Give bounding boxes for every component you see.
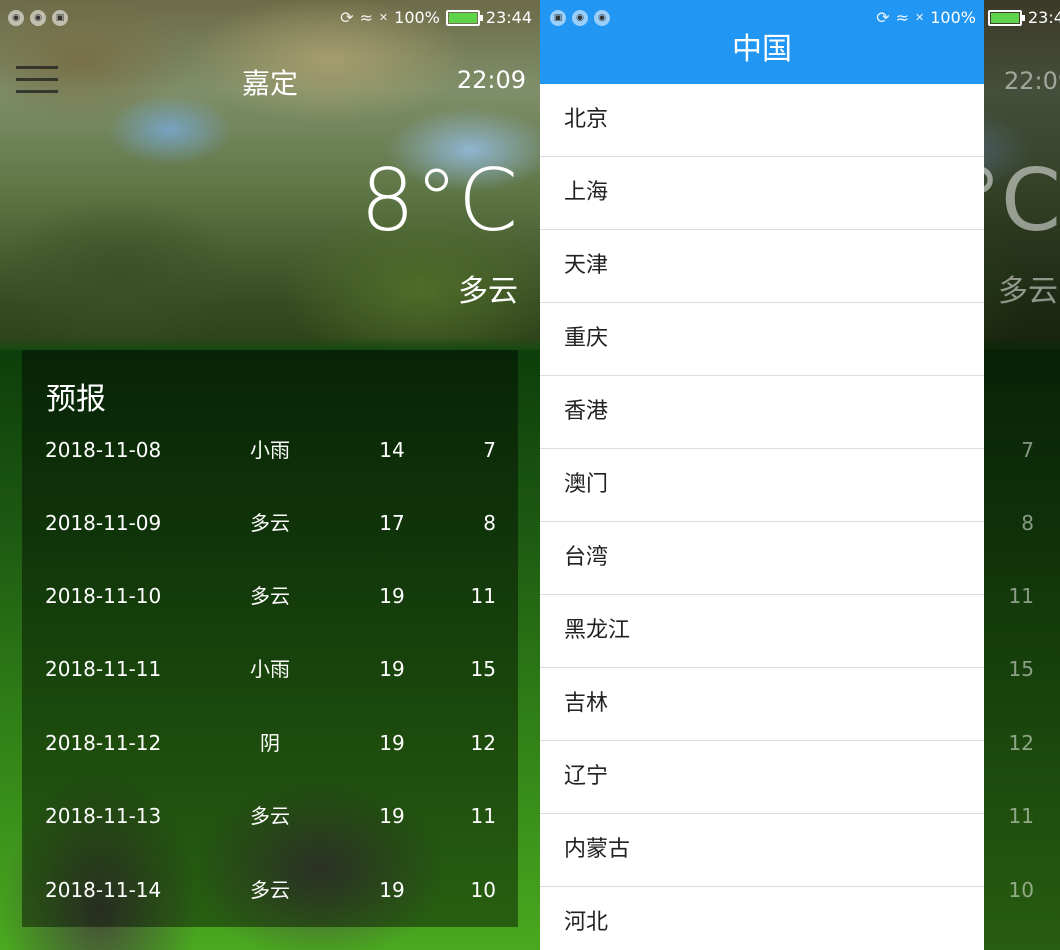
status-bar: ◉ ◉ ▣ ⟳ ≈ ✕ 100% 23:44 [0,0,540,38]
signal-icon: ✕ [915,11,925,24]
forecast-min: 10 [470,878,496,902]
battery-icon [988,10,1025,26]
peek-min-temp: 11 [1008,804,1034,828]
forecast-row: 2018-11-09 多云 17 8 [22,503,518,543]
forecast-condition: 多云 [250,511,290,535]
province-item[interactable]: 吉林 [540,668,984,741]
current-condition: 多云 [458,274,518,309]
forecast-row: 2018-11-14 多云 19 10 [22,870,518,910]
forecast-min: 15 [470,657,496,681]
forecast-min: 11 [470,804,496,828]
signal-icon: ✕ [378,11,389,24]
update-time: 22:09 [456,66,526,94]
forecast-min: 12 [470,731,496,755]
forecast-date: 2018-11-09 [45,511,162,535]
status-time: 23:4 [1028,8,1060,27]
forecast-row: 2018-11-11 小雨 19 15 [22,649,518,689]
forecast-condition: 多云 [250,584,290,608]
province-item[interactable]: 辽宁 [540,741,984,814]
province-item[interactable]: 黑龙江 [540,595,984,668]
forecast-date: 2018-11-10 [45,584,162,608]
weather-screen: ◉ ◉ ▣ ⟳ ≈ ✕ 100% 23:44 嘉定 22:09 8°C 多云 预… [0,0,540,950]
forecast-title: 预报 [46,382,106,417]
forecast-min: 8 [483,511,496,535]
current-temperature: 8°C [360,151,518,251]
province-item[interactable]: 上海 [540,157,984,230]
lock-icon: ◉ [30,10,46,26]
peek-update-time: 22:09 [1004,67,1060,95]
peek-min-temp: 12 [1008,731,1034,755]
rotate-icon: ⟳ [340,8,354,27]
forecast-date: 2018-11-14 [45,878,162,902]
forecast-min: 11 [470,584,496,608]
peek-temperature: °C [984,151,1060,251]
drawer-header: ▣ ◉ ◉ ⟳ ≈ ✕ 100% 中国 [540,0,984,84]
peek-condition: 多云 [998,274,1058,309]
forecast-max: 19 [379,584,405,608]
forecast-condition: 阴 [260,731,280,755]
forecast-condition: 多云 [250,804,290,828]
peek-min-temp: 10 [1008,878,1034,902]
peek-min-temp: 8 [1021,511,1034,535]
forecast-row: 2018-11-13 多云 19 11 [22,796,518,836]
status-time: 23:44 [485,8,532,27]
forecast-row: 2018-11-12 阴 19 12 [22,723,518,763]
battery-percent: 100% [394,8,440,27]
forecast-row: 2018-11-08 小雨 14 7 [22,430,518,470]
forecast-row: 2018-11-10 多云 19 11 [22,576,518,616]
forecast-max: 19 [379,657,405,681]
forecast-max: 19 [379,731,405,755]
forecast-date: 2018-11-08 [45,438,162,462]
forecast-date: 2018-11-13 [45,804,162,828]
forecast-panel: 预报 2018-11-08 小雨 14 7 2018-11-09 多云 17 8… [22,350,518,927]
province-item[interactable]: 天津 [540,230,984,303]
province-item[interactable]: 重庆 [540,303,984,376]
forecast-max: 19 [379,878,405,902]
edge-peek: 23:4 22:09 °C 多云 7 8 11 15 12 11 10 [984,0,1060,950]
peek-min-temp: 7 [1021,438,1034,462]
wifi-icon: ≈ [359,8,373,27]
forecast-max: 14 [379,438,405,462]
image-icon: ▣ [52,10,68,26]
status-bar: 23:4 [984,0,1060,38]
province-item[interactable]: 北京 [540,84,984,157]
province-item[interactable]: 台湾 [540,522,984,595]
lock-icon: ◉ [8,10,24,26]
province-item[interactable]: 河北 [540,887,984,950]
province-item[interactable]: 澳门 [540,449,984,522]
forecast-condition: 多云 [250,878,290,902]
forecast-date: 2018-11-12 [45,731,162,755]
province-drawer: ▣ ◉ ◉ ⟳ ≈ ✕ 100% 中国 北京 上海 天津 重庆 香港 澳门 台湾… [540,0,984,950]
forecast-condition: 小雨 [250,657,290,681]
province-item[interactable]: 内蒙古 [540,814,984,887]
forecast-max: 19 [379,804,405,828]
forecast-max: 17 [379,511,405,535]
forecast-date: 2018-11-11 [45,657,162,681]
drawer-title: 中国 [732,32,792,67]
province-list: 北京 上海 天津 重庆 香港 澳门 台湾 黑龙江 吉林 辽宁 内蒙古 河北 [540,84,984,950]
province-item[interactable]: 香港 [540,376,984,449]
battery-icon [445,9,483,26]
forecast-condition: 小雨 [250,438,290,462]
peek-min-temp: 15 [1008,657,1034,681]
forecast-min: 7 [483,438,496,462]
peek-min-temp: 11 [1008,584,1034,608]
